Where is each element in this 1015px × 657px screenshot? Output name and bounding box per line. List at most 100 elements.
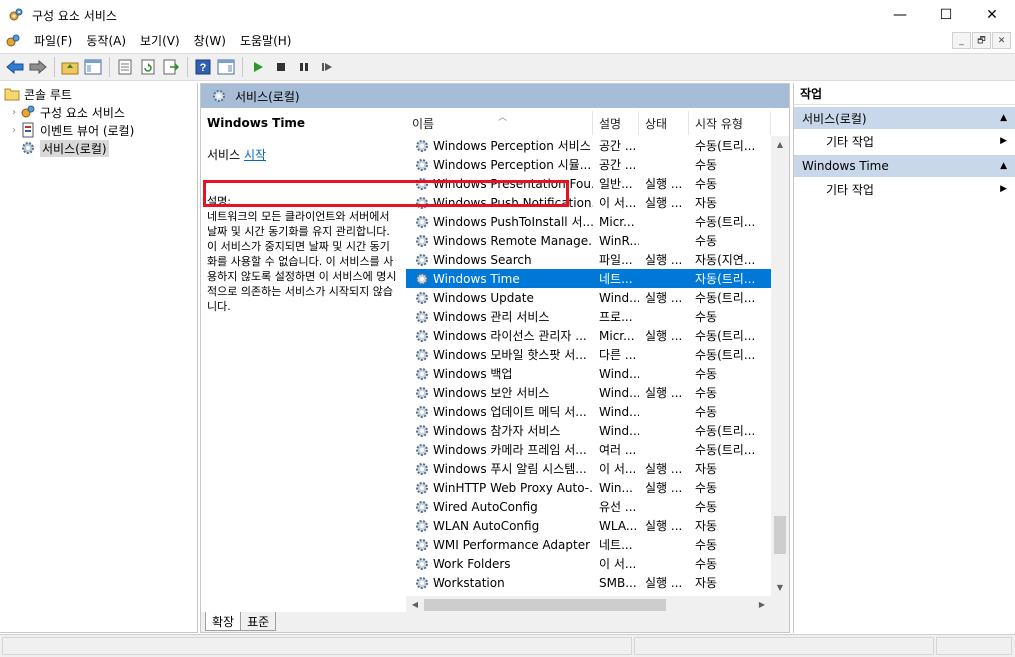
tree-item-component-services[interactable]: › 구성 요소 서비스 (0, 103, 197, 121)
table-row[interactable]: Windows 관리 서비스 프로... 수동 (406, 307, 771, 326)
table-row[interactable]: Windows Perception 시뮬... 공간 ... 수동 (406, 155, 771, 174)
service-startup-type: 수동 (695, 386, 718, 400)
forward-icon[interactable] (27, 56, 49, 78)
tree-root[interactable]: 콘솔 루트 (0, 85, 197, 103)
table-row[interactable]: Windows Perception 서비스 공간 ... 수동(트리... (406, 136, 771, 155)
table-row[interactable]: Windows PushToInstall 서... Micr... 수동(트리..… (406, 212, 771, 231)
service-startup-type: 자동 (695, 576, 718, 590)
toolbar: ? (0, 53, 1015, 81)
menu-view[interactable]: 보기(V) (133, 30, 187, 52)
service-description: 유선 ... (599, 500, 637, 514)
table-row[interactable]: Windows Presentation Fou... 일반... 실행 ... 수동 (406, 174, 771, 193)
tree-item-event-viewer[interactable]: › 이벤트 뷰어 (로컬) (0, 121, 197, 139)
submenu-arrow-icon: ▶ (1000, 136, 1007, 146)
start-service-link[interactable]: 시작 (244, 148, 266, 162)
service-name-cell: Windows Perception 서비스 (406, 137, 593, 154)
table-row[interactable]: Windows 참가자 서비스 Wind... 수동(트리... (406, 421, 771, 440)
service-gear-icon (414, 328, 433, 344)
show-action-pane-icon[interactable] (215, 56, 237, 78)
service-name: WLAN AutoConfig (433, 518, 540, 533)
restart-service-icon[interactable] (316, 56, 338, 78)
more-actions-item[interactable]: 기타 작업 ▶ (794, 129, 1015, 153)
tree-item-services-local[interactable]: 서비스(로컬) (0, 139, 197, 157)
collapse-icon[interactable]: ▲ (1000, 161, 1007, 171)
status-segment (936, 637, 1012, 655)
table-row[interactable]: Windows Push Notification... 이 서... 실행 ...… (406, 193, 771, 212)
table-row[interactable]: Windows Search 파일... 실행 ... 자동(지연... (406, 250, 771, 269)
actions-section-services[interactable]: 서비스(로컬) ▲ (794, 107, 1015, 129)
service-name-cell: Windows 모바일 핫스팟 서... (406, 346, 593, 363)
service-description: Wind... (599, 423, 639, 438)
table-row[interactable]: WinHTTP Web Proxy Auto-... Win... 실행 ... 수동 (406, 478, 771, 497)
table-row[interactable]: Windows 카메라 프레임 서... 여러 ... 수동(트리... (406, 440, 771, 459)
service-startup-type: 수동 (695, 557, 718, 571)
maximize-button[interactable]: ☐ (923, 0, 969, 30)
chevron-right-icon[interactable]: › (8, 107, 20, 118)
table-row[interactable]: Workstation SMB... 실행 ... 자동 (406, 573, 771, 592)
table-row[interactable]: Windows Time 네트... 자동(트리... (406, 269, 771, 288)
column-startup-type[interactable]: 시작 유형 (689, 111, 771, 135)
export-list-icon[interactable] (160, 56, 182, 78)
table-row[interactable]: WMI Performance Adapter 네트... 수동 (406, 535, 771, 554)
column-status[interactable]: 상태 (639, 111, 689, 135)
service-name-cell: Windows Remote Manage... (406, 233, 593, 249)
mdi-restore-button[interactable]: 🗗 (972, 32, 991, 49)
tab-extended[interactable]: 확장 (205, 612, 242, 631)
table-row[interactable]: Windows 라이선스 관리자 ... Micr... 실행 ... 수동(트리..… (406, 326, 771, 345)
service-description: Wind... (599, 404, 639, 419)
service-startup-type: 자동 (695, 519, 718, 533)
service-name-cell: Windows 보안 서비스 (406, 384, 593, 401)
table-row[interactable]: WLAN AutoConfig WLA... 실행 ... 자동 (406, 516, 771, 535)
start-service-icon[interactable] (247, 56, 269, 78)
pause-service-icon[interactable] (293, 56, 315, 78)
service-name-cell: Windows 관리 서비스 (406, 308, 593, 325)
help-icon[interactable]: ? (192, 56, 214, 78)
service-gear-icon (414, 138, 433, 154)
actions-section-windows-time[interactable]: Windows Time ▲ (794, 155, 1015, 177)
close-button[interactable]: ✕ (969, 0, 1015, 30)
menu-action[interactable]: 동작(A) (79, 30, 133, 52)
service-startup-type: 수동(트리... (695, 215, 756, 229)
service-name: Windows Push Notification... (433, 195, 593, 210)
table-row[interactable]: Windows 보안 서비스 Wind... 실행 ... 수동 (406, 383, 771, 402)
menu-window[interactable]: 창(W) (187, 30, 233, 52)
table-row[interactable]: Windows 모바일 핫스팟 서... 다른 ... 수동(트리... (406, 345, 771, 364)
service-description: 공간 ... (599, 158, 637, 172)
scroll-up-icon[interactable]: ▲ (771, 136, 789, 153)
table-row[interactable]: Windows Update Wind... 실행 ... 수동(트리... (406, 288, 771, 307)
more-actions-item[interactable]: 기타 작업 ▶ (794, 177, 1015, 201)
table-row[interactable]: Work Folders 이 서... 수동 (406, 554, 771, 573)
scroll-thumb[interactable] (774, 516, 786, 554)
menu-help[interactable]: 도움말(H) (233, 30, 299, 52)
sort-ascending-icon: ︿ (498, 113, 508, 123)
service-gear-icon (414, 176, 433, 192)
chevron-right-icon[interactable]: › (8, 125, 20, 136)
up-folder-icon[interactable] (59, 56, 81, 78)
tab-standard[interactable]: 표준 (240, 612, 277, 631)
vertical-scrollbar[interactable]: ▲ ▼ (771, 136, 789, 596)
mmc-system-menu-icon[interactable] (5, 33, 21, 49)
properties-icon[interactable] (114, 56, 136, 78)
show-hide-tree-icon[interactable] (82, 56, 104, 78)
service-name-cell: Windows 백업 (406, 365, 593, 382)
back-icon[interactable] (4, 56, 26, 78)
mdi-minimize-button[interactable]: _ (952, 32, 971, 49)
table-row[interactable]: Windows 업데이트 메딕 서... Wind... 수동 (406, 402, 771, 421)
column-description[interactable]: 설명 (593, 111, 639, 135)
stop-service-icon[interactable] (270, 56, 292, 78)
scroll-thumb[interactable] (424, 599, 666, 611)
refresh-icon[interactable] (137, 56, 159, 78)
table-row[interactable]: Wired AutoConfig 유선 ... 수동 (406, 497, 771, 516)
menu-file[interactable]: 파일(F) (27, 30, 79, 52)
actions-title: 작업 (794, 83, 1015, 105)
table-row[interactable]: Windows Remote Manage... WinR... 수동 (406, 231, 771, 250)
scroll-down-icon[interactable]: ▼ (771, 579, 789, 596)
actions-section-label: Windows Time (802, 159, 889, 173)
table-row[interactable]: Windows 푸시 알림 시스템... 이 서... 실행 ... 자동 (406, 459, 771, 478)
toolbar-separator (187, 57, 188, 77)
service-name: Windows 백업 (433, 367, 513, 381)
minimize-button[interactable]: — (877, 0, 923, 30)
collapse-icon[interactable]: ▲ (1000, 113, 1007, 123)
mdi-close-button[interactable]: ✕ (992, 32, 1011, 49)
table-row[interactable]: Windows 백업 Wind... 수동 (406, 364, 771, 383)
